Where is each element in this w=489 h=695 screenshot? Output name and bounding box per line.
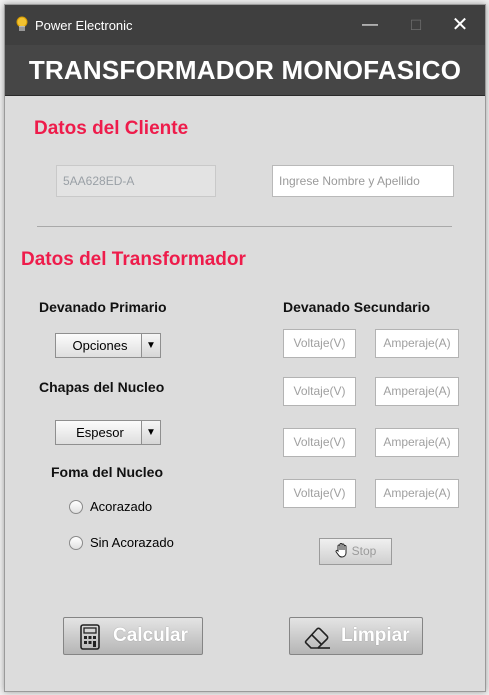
section-title-transformador: Datos del Transformador	[21, 249, 246, 270]
limpiar-button[interactable]: Limpiar	[289, 617, 423, 655]
calculator-icon	[80, 624, 100, 650]
radio-acorazado[interactable]: Acorazado	[69, 498, 152, 514]
radio-sin-acorazado[interactable]: Sin Acorazado	[69, 534, 174, 550]
calcular-button[interactable]: Calcular	[63, 617, 203, 655]
radio-button-icon	[69, 499, 83, 514]
radio-button-icon	[69, 535, 83, 550]
amperaje-input[interactable]: Amperaje(A)	[375, 329, 459, 358]
amperaje-input[interactable]: Amperaje(A)	[375, 479, 459, 508]
close-button[interactable]: ✕	[443, 13, 477, 37]
minimize-button[interactable]: —	[353, 13, 387, 37]
devanado-primario-select[interactable]: Opciones ▼	[55, 333, 161, 358]
section-title-cliente: Datos del Cliente	[34, 118, 189, 139]
amperaje-input[interactable]: Amperaje(A)	[375, 377, 459, 406]
chapas-value: Espesor	[76, 425, 124, 440]
maximize-button[interactable]: ☐	[399, 13, 433, 37]
voltaje-input[interactable]: Voltaje(V)	[283, 329, 356, 358]
devanado-primario-label: Devanado Primario	[39, 299, 167, 315]
devanado-primario-value: Opciones	[72, 338, 128, 353]
app-window: Power Electronic — ☐ ✕ TRANSFORMADOR MON…	[4, 4, 486, 692]
title-bar[interactable]: Power Electronic — ☐ ✕	[5, 5, 485, 45]
stop-button[interactable]: Stop	[319, 538, 392, 565]
page-title: TRANSFORMADOR MONOFASICO	[28, 55, 462, 85]
chevron-down-icon: ▼	[141, 334, 160, 357]
section-divider	[37, 226, 452, 227]
eraser-icon	[304, 627, 330, 649]
voltaje-input[interactable]: Voltaje(V)	[283, 428, 356, 457]
window-title: Power Electronic	[35, 18, 133, 33]
hand-icon	[335, 543, 347, 558]
amperaje-input[interactable]: Amperaje(A)	[375, 428, 459, 457]
voltaje-input[interactable]: Voltaje(V)	[283, 479, 356, 508]
forma-label: Foma del Nucleo	[51, 464, 164, 480]
header-banner: TRANSFORMADOR MONOFASICO	[5, 45, 485, 96]
calcular-label: Calcular	[113, 625, 188, 646]
chapas-label: Chapas del Nucleo	[39, 379, 165, 395]
limpiar-label: Limpiar	[341, 625, 410, 646]
stop-label: Stop	[351, 544, 377, 558]
voltaje-input[interactable]: Voltaje(V)	[283, 377, 356, 406]
devanado-secundario-label: Devanado Secundario	[283, 299, 431, 315]
chapas-select[interactable]: Espesor ▼	[55, 420, 161, 445]
chevron-down-icon: ▼	[141, 421, 160, 444]
lightbulb-icon	[16, 16, 28, 31]
client-id-field: 5AA628ED-A	[56, 165, 216, 197]
client-name-input[interactable]: Ingrese Nombre y Apellido	[272, 165, 454, 197]
